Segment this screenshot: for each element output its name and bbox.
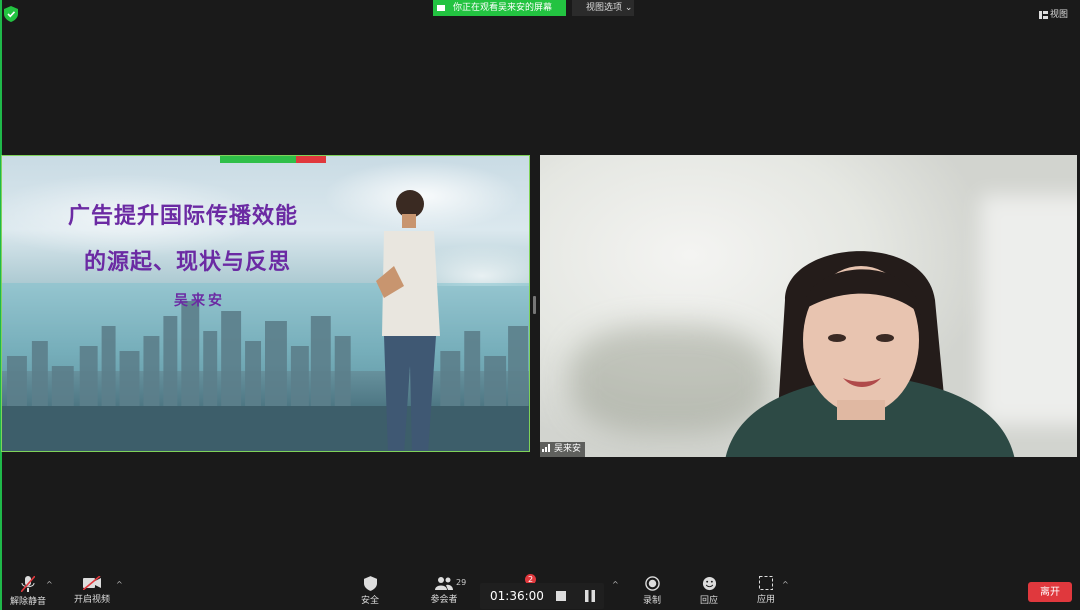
viewing-banner-text: 你正在观看吴来安的屏幕: [453, 3, 553, 13]
video-options-caret[interactable]: ^: [116, 580, 123, 589]
security-button[interactable]: 安全: [342, 570, 398, 606]
view-button-label: 视图: [1049, 10, 1068, 20]
participants-icon: [435, 577, 453, 590]
stop-share-mini-button[interactable]: [296, 156, 326, 163]
share-options-caret[interactable]: ^: [612, 580, 619, 589]
unmute-label: 解除静音: [9, 597, 46, 607]
start-video-label: 开启视频: [73, 595, 110, 605]
view-options-dropdown[interactable]: 视图选项 ⌄: [572, 0, 634, 16]
audio-options-caret[interactable]: ^: [46, 580, 53, 589]
reactions-label: 回应: [699, 596, 718, 606]
recording-timer: 01:36:00: [490, 589, 544, 603]
apps-label: 应用: [756, 595, 775, 605]
leave-meeting-button[interactable]: 离开: [1028, 582, 1072, 602]
apps-options-caret[interactable]: ^: [782, 580, 789, 589]
start-video-button[interactable]: 开启视频: [64, 570, 120, 605]
encryption-shield-icon[interactable]: [4, 6, 18, 22]
participant-name-label: 吴来安: [540, 442, 586, 457]
participant-name: 吴来安: [554, 444, 582, 454]
microphone-muted-icon: [21, 576, 35, 592]
shield-icon: [363, 576, 377, 591]
slide-title-line1: 广告提升国际传播效能: [68, 203, 299, 229]
recording-controls: 01:36:00: [480, 583, 604, 609]
viewing-screen-banner: 你正在观看吴来安的屏幕: [433, 0, 566, 16]
person-standing-image: [376, 190, 440, 451]
apps-icon: [759, 576, 773, 590]
participant-video-tile[interactable]: 吴来安: [540, 155, 1077, 457]
video-camera-off-icon: [83, 576, 101, 590]
grid-view-icon: [1038, 10, 1048, 19]
city-skyline-image: [2, 301, 529, 451]
reactions-button[interactable]: 回应: [681, 570, 737, 606]
record-icon: [644, 576, 660, 591]
security-label: 安全: [360, 596, 379, 606]
slide-author: 吴来安: [174, 293, 225, 309]
presenter-mini-toolbar[interactable]: [220, 156, 326, 163]
participant-video-image: [725, 251, 1015, 457]
participants-label: 参会者: [430, 595, 458, 605]
signal-strength-icon: [542, 444, 550, 452]
screen-share-icon: [437, 5, 445, 11]
record-button[interactable]: 录制: [624, 570, 680, 606]
view-options-label: 视图选项: [586, 3, 623, 13]
stop-recording-icon[interactable]: [556, 591, 566, 601]
emoji-reaction-icon: [702, 576, 716, 591]
pause-recording-icon[interactable]: [584, 590, 596, 602]
chevron-down-icon: ⌄: [624, 3, 633, 13]
participants-count-badge: 29: [456, 578, 467, 587]
view-button[interactable]: 视图: [1038, 7, 1068, 20]
record-label: 录制: [642, 596, 661, 606]
shared-screen[interactable]: 广告提升国际传播效能 的源起、现状与反思 吴来安: [1, 155, 530, 452]
slide-title-line2: 的源起、现状与反思: [84, 249, 292, 275]
participants-button[interactable]: 参会者: [416, 570, 472, 605]
split-view-divider[interactable]: [533, 296, 536, 314]
